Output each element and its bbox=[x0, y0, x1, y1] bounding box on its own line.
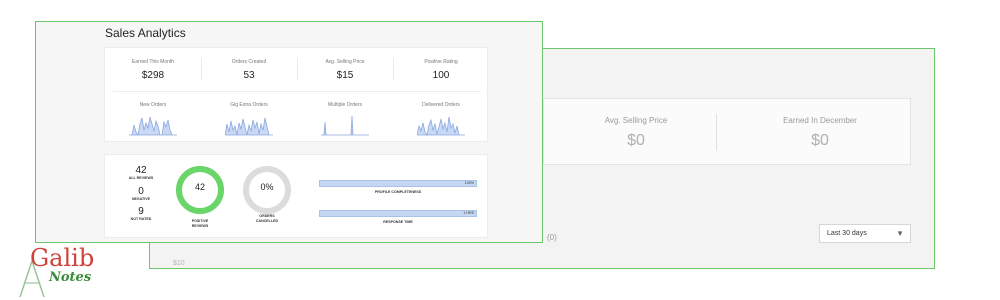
logo-text-notes: Notes bbox=[49, 270, 92, 285]
ring-value: 0% bbox=[260, 182, 274, 192]
chart-count: (0) bbox=[547, 233, 557, 242]
caret-down-icon: ▼ bbox=[896, 229, 904, 238]
stat-value: 100 bbox=[432, 70, 450, 81]
bar-fill bbox=[320, 211, 476, 216]
galib-notes-logo: Galib Notes bbox=[14, 243, 124, 298]
date-range-select[interactable]: Last 30 days ▼ bbox=[819, 224, 911, 243]
bar-label: PROFILE COMPLETENESS bbox=[374, 190, 422, 194]
stat-label: Earned In December bbox=[783, 116, 857, 125]
logo-text-galib: Galib bbox=[30, 244, 95, 272]
ring-label: POSITIVE REVIEWS bbox=[175, 219, 225, 229]
review-count-number: 9 bbox=[138, 206, 144, 217]
multiple-orders-sparkline: Multiple Orders bbox=[297, 92, 393, 142]
stat-label: Orders Created bbox=[231, 59, 267, 65]
avg-selling-price-stat: Avg. Selling Price $15 bbox=[297, 48, 393, 91]
ring-label-line1: ORDERS bbox=[259, 214, 275, 218]
page-title: Sales Analytics bbox=[105, 26, 186, 40]
sparkline-label: New Orders bbox=[139, 102, 167, 108]
negative-reviews-count: 0 NEGATIVE bbox=[122, 186, 160, 201]
earned-in-december-stat: Earned In December $0 bbox=[728, 99, 912, 166]
stat-value: $0 bbox=[627, 132, 645, 149]
y-axis-tick: $10 bbox=[173, 260, 185, 267]
response-time-bar: 1 HRS bbox=[319, 210, 477, 217]
review-count-label: ALL REVIEWS bbox=[128, 176, 154, 180]
orders-created-stat: Orders Created 53 bbox=[201, 48, 297, 91]
ring-label-line2: REVIEWS bbox=[191, 224, 209, 228]
stat-value: $0 bbox=[811, 132, 829, 149]
new-orders-sparkline: New Orders bbox=[105, 92, 201, 142]
avg-selling-price-stat: Avg. Selling Price $0 bbox=[544, 99, 728, 166]
sparkline-chart bbox=[225, 117, 273, 136]
ring-value: 42 bbox=[194, 182, 205, 192]
earned-this-month-stat: Earned This Month $298 bbox=[105, 48, 201, 91]
sales-stats-card: Earned This Month $298 Orders Created 53… bbox=[104, 47, 488, 142]
sparkline-label: Delivered Orders bbox=[422, 102, 460, 108]
sparkline-label: Gig Extra Orders bbox=[230, 102, 268, 108]
sparkline-label: Multiple Orders bbox=[328, 102, 362, 108]
positive-rating-stat: Positive Rating 100 bbox=[393, 48, 489, 91]
stat-value: 53 bbox=[243, 70, 255, 81]
gig-extra-orders-sparkline: Gig Extra Orders bbox=[201, 92, 297, 142]
date-range-value: Last 30 days bbox=[827, 230, 867, 237]
bar-label: RESPONSE TIME bbox=[383, 220, 413, 224]
bar-fill bbox=[320, 181, 476, 186]
stat-value: $298 bbox=[141, 70, 165, 81]
bar-value: 100% bbox=[464, 181, 474, 185]
sparkline-chart bbox=[129, 116, 177, 136]
stat-value: $15 bbox=[336, 70, 354, 81]
bar-value: 1 HRS bbox=[463, 211, 474, 215]
divider bbox=[716, 114, 717, 151]
review-count-label: NEGATIVE bbox=[131, 197, 151, 201]
ring-label: ORDERS CANCELLED bbox=[242, 214, 292, 224]
sparkline-chart bbox=[321, 115, 369, 136]
back-stats-card: Avg. Selling Price $0 Earned In December… bbox=[543, 98, 911, 165]
stat-label: Avg. Selling Price bbox=[604, 116, 668, 125]
stat-label: Positive Rating bbox=[424, 59, 458, 65]
profile-completeness-bar: 100% bbox=[319, 180, 477, 187]
orders-cancelled-ring: 0% bbox=[242, 165, 292, 215]
ring-label-line2: CANCELLED bbox=[255, 219, 279, 223]
delivered-orders-sparkline: Delivered Orders bbox=[393, 92, 489, 142]
review-count-label: NOT RATED bbox=[130, 217, 152, 221]
sales-analytics-panel: Sales Analytics Earned This Month $298 O… bbox=[35, 21, 543, 243]
ring-label-line1: POSITIVE bbox=[191, 219, 209, 223]
sparkline-chart bbox=[417, 116, 465, 136]
review-count-number: 42 bbox=[135, 165, 147, 176]
stat-label: Avg. Selling Price bbox=[325, 59, 365, 65]
not-rated-count: 9 NOT RATED bbox=[122, 206, 160, 221]
positive-reviews-ring: 42 bbox=[175, 165, 225, 215]
review-count-number: 0 bbox=[138, 186, 144, 197]
seller-performance-card: 42 ALL REVIEWS 0 NEGATIVE 9 NOT RATED 42… bbox=[104, 154, 488, 238]
all-reviews-count: 42 ALL REVIEWS bbox=[122, 165, 160, 180]
stat-label: Earned This Month bbox=[131, 59, 175, 65]
